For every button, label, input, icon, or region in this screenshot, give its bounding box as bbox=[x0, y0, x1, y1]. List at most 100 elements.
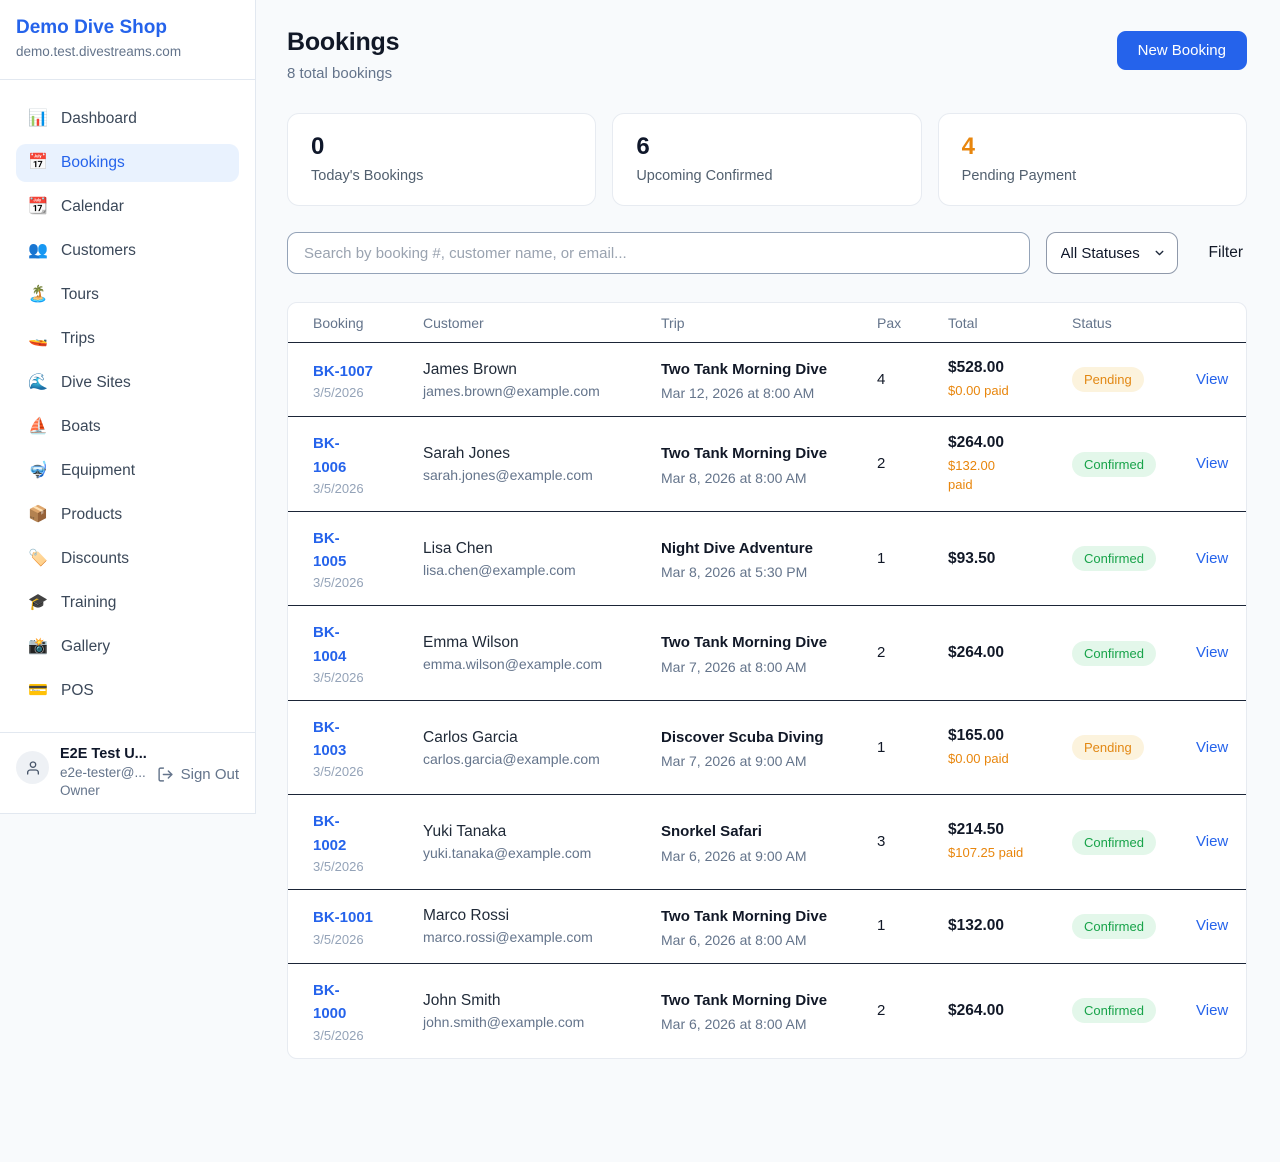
view-link[interactable]: View bbox=[1196, 917, 1228, 934]
status-badge: Confirmed bbox=[1072, 452, 1156, 477]
sidebar-item-pos[interactable]: 💳 POS bbox=[16, 672, 239, 710]
booking-id-link[interactable]: BK-1001 bbox=[313, 906, 407, 929]
table-row: BK-1007 3/5/2026 James Brown james.brown… bbox=[288, 343, 1247, 417]
view-link[interactable]: View bbox=[1196, 644, 1228, 661]
booking-id-link[interactable]: BK-1000 bbox=[313, 979, 361, 1026]
total-amount: $264.00 bbox=[948, 434, 1056, 452]
view-link[interactable]: View bbox=[1196, 1002, 1228, 1019]
user-icon bbox=[25, 760, 41, 776]
trip-name: Discover Scuba Diving bbox=[661, 726, 828, 749]
pax-count: 4 bbox=[877, 371, 885, 388]
table-row: BK-1005 3/5/2026 Lisa Chen lisa.chen@exa… bbox=[288, 511, 1247, 606]
table-row: BK-1004 3/5/2026 Emma Wilson emma.wilson… bbox=[288, 606, 1247, 701]
booking-id-link[interactable]: BK-1004 bbox=[313, 621, 361, 668]
pax-count: 2 bbox=[877, 644, 885, 661]
page-title: Bookings bbox=[287, 28, 399, 57]
sidebar-item-calendar[interactable]: 📆 Calendar bbox=[16, 188, 239, 226]
search-input[interactable] bbox=[287, 232, 1030, 274]
stat-value: 4 bbox=[962, 133, 1223, 161]
booking-date: 3/5/2026 bbox=[313, 481, 407, 496]
status-badge: Confirmed bbox=[1072, 546, 1156, 571]
booking-date: 3/5/2026 bbox=[313, 670, 407, 685]
booking-date: 3/5/2026 bbox=[313, 385, 407, 400]
customer-name: Emma Wilson bbox=[423, 634, 645, 652]
user-section: E2E Test U... e2e-tester@... Owner Sign … bbox=[0, 732, 255, 813]
sidebar-item-training[interactable]: 🎓 Training bbox=[16, 584, 239, 622]
sidebar-item-equipment[interactable]: 🤿 Equipment bbox=[16, 452, 239, 490]
customer-name: Carlos Garcia bbox=[423, 729, 645, 747]
trip-datetime: Mar 6, 2026 at 8:00 AM bbox=[661, 932, 861, 948]
total-amount: $528.00 bbox=[948, 359, 1056, 377]
trip-name: Two Tank Morning Dive bbox=[661, 631, 828, 654]
filter-button[interactable]: Filter bbox=[1209, 244, 1243, 262]
booking-id-link[interactable]: BK-1007 bbox=[313, 360, 407, 383]
stat-card-upcoming-confirmed: 6 Upcoming Confirmed bbox=[612, 113, 921, 206]
view-link[interactable]: View bbox=[1196, 455, 1228, 472]
bookings-table-card: BookingCustomerTripPaxTotalStatus BK-100… bbox=[287, 302, 1247, 1059]
pos-icon: 💳 bbox=[28, 683, 48, 699]
column-header-status: Status bbox=[1072, 303, 1196, 343]
new-booking-button[interactable]: New Booking bbox=[1117, 31, 1247, 70]
pax-count: 3 bbox=[877, 833, 885, 850]
booking-id-link[interactable]: BK-1003 bbox=[313, 716, 361, 763]
booking-id-link[interactable]: BK-1006 bbox=[313, 432, 361, 479]
stat-card-pending-payment: 4 Pending Payment bbox=[938, 113, 1247, 206]
view-link[interactable]: View bbox=[1196, 739, 1228, 756]
paid-amount: $107.25 paid bbox=[948, 843, 1056, 863]
sidebar-item-tours[interactable]: 🏝️ Tours bbox=[16, 276, 239, 314]
column-header-trip: Trip bbox=[661, 303, 877, 343]
sidebar-item-customers[interactable]: 👥 Customers bbox=[16, 232, 239, 270]
trips-icon: 🚤 bbox=[28, 331, 48, 347]
stat-label: Today's Bookings bbox=[311, 168, 572, 184]
trip-datetime: Mar 7, 2026 at 8:00 AM bbox=[661, 659, 861, 675]
status-filter-wrap: All Statuses bbox=[1046, 232, 1178, 274]
sign-out-button[interactable]: Sign Out bbox=[157, 766, 239, 783]
status-badge: Confirmed bbox=[1072, 914, 1156, 939]
trip-name: Two Tank Morning Dive bbox=[661, 905, 828, 928]
customer-name: Sarah Jones bbox=[423, 445, 645, 463]
sidebar-item-gallery[interactable]: 📸 Gallery bbox=[16, 628, 239, 666]
paid-amount: $0.00 paid bbox=[948, 749, 1020, 769]
sign-out-label: Sign Out bbox=[181, 766, 239, 783]
column-header-total: Total bbox=[948, 303, 1072, 343]
status-badge: Pending bbox=[1072, 367, 1144, 392]
customer-name: Yuki Tanaka bbox=[423, 823, 645, 841]
sidebar-item-trips[interactable]: 🚤 Trips bbox=[16, 320, 239, 358]
customer-name: Marco Rossi bbox=[423, 907, 645, 925]
dive-sites-icon: 🌊 bbox=[28, 375, 48, 391]
status-filter-select[interactable]: All Statuses bbox=[1046, 232, 1178, 274]
pax-count: 1 bbox=[877, 917, 885, 934]
booking-date: 3/5/2026 bbox=[313, 1028, 407, 1043]
view-link[interactable]: View bbox=[1196, 833, 1228, 850]
column-header-booking: Booking bbox=[288, 303, 423, 343]
sidebar-item-dive-sites[interactable]: 🌊 Dive Sites bbox=[16, 364, 239, 402]
trip-name: Snorkel Safari bbox=[661, 820, 828, 843]
table-row: BK-1003 3/5/2026 Carlos Garcia carlos.ga… bbox=[288, 700, 1247, 795]
trip-datetime: Mar 7, 2026 at 9:00 AM bbox=[661, 753, 861, 769]
booking-date: 3/5/2026 bbox=[313, 859, 407, 874]
customer-email: john.smith@example.com bbox=[423, 1014, 645, 1030]
booking-id-link[interactable]: BK-1002 bbox=[313, 810, 361, 857]
view-link[interactable]: View bbox=[1196, 550, 1228, 567]
sidebar-item-discounts[interactable]: 🏷️ Discounts bbox=[16, 540, 239, 578]
customer-email: yuki.tanaka@example.com bbox=[423, 845, 645, 861]
customer-email: emma.wilson@example.com bbox=[423, 656, 645, 672]
sidebar-item-bookings[interactable]: 📅 Bookings bbox=[16, 144, 239, 182]
table-head: BookingCustomerTripPaxTotalStatus bbox=[288, 303, 1247, 343]
table-body: BK-1007 3/5/2026 James Brown james.brown… bbox=[288, 343, 1247, 1058]
trip-datetime: Mar 6, 2026 at 8:00 AM bbox=[661, 1016, 861, 1032]
user-name: E2E Test U... bbox=[60, 746, 146, 762]
status-badge: Confirmed bbox=[1072, 641, 1156, 666]
booking-id-link[interactable]: BK-1005 bbox=[313, 527, 361, 574]
sidebar-item-products[interactable]: 📦 Products bbox=[16, 496, 239, 534]
sidebar-item-dashboard[interactable]: 📊 Dashboard bbox=[16, 100, 239, 138]
page-title-block: Bookings 8 total bookings bbox=[287, 28, 399, 82]
sidebar-item-boats[interactable]: ⛵ Boats bbox=[16, 408, 239, 446]
pax-count: 2 bbox=[877, 1002, 885, 1019]
paid-amount: $0.00 paid bbox=[948, 381, 1020, 401]
dashboard-icon: 📊 bbox=[28, 111, 48, 127]
table-row: BK-1002 3/5/2026 Yuki Tanaka yuki.tanaka… bbox=[288, 795, 1247, 890]
total-bookings-count: 8 total bookings bbox=[287, 65, 399, 82]
column-header-actions bbox=[1196, 303, 1247, 343]
view-link[interactable]: View bbox=[1196, 371, 1228, 388]
